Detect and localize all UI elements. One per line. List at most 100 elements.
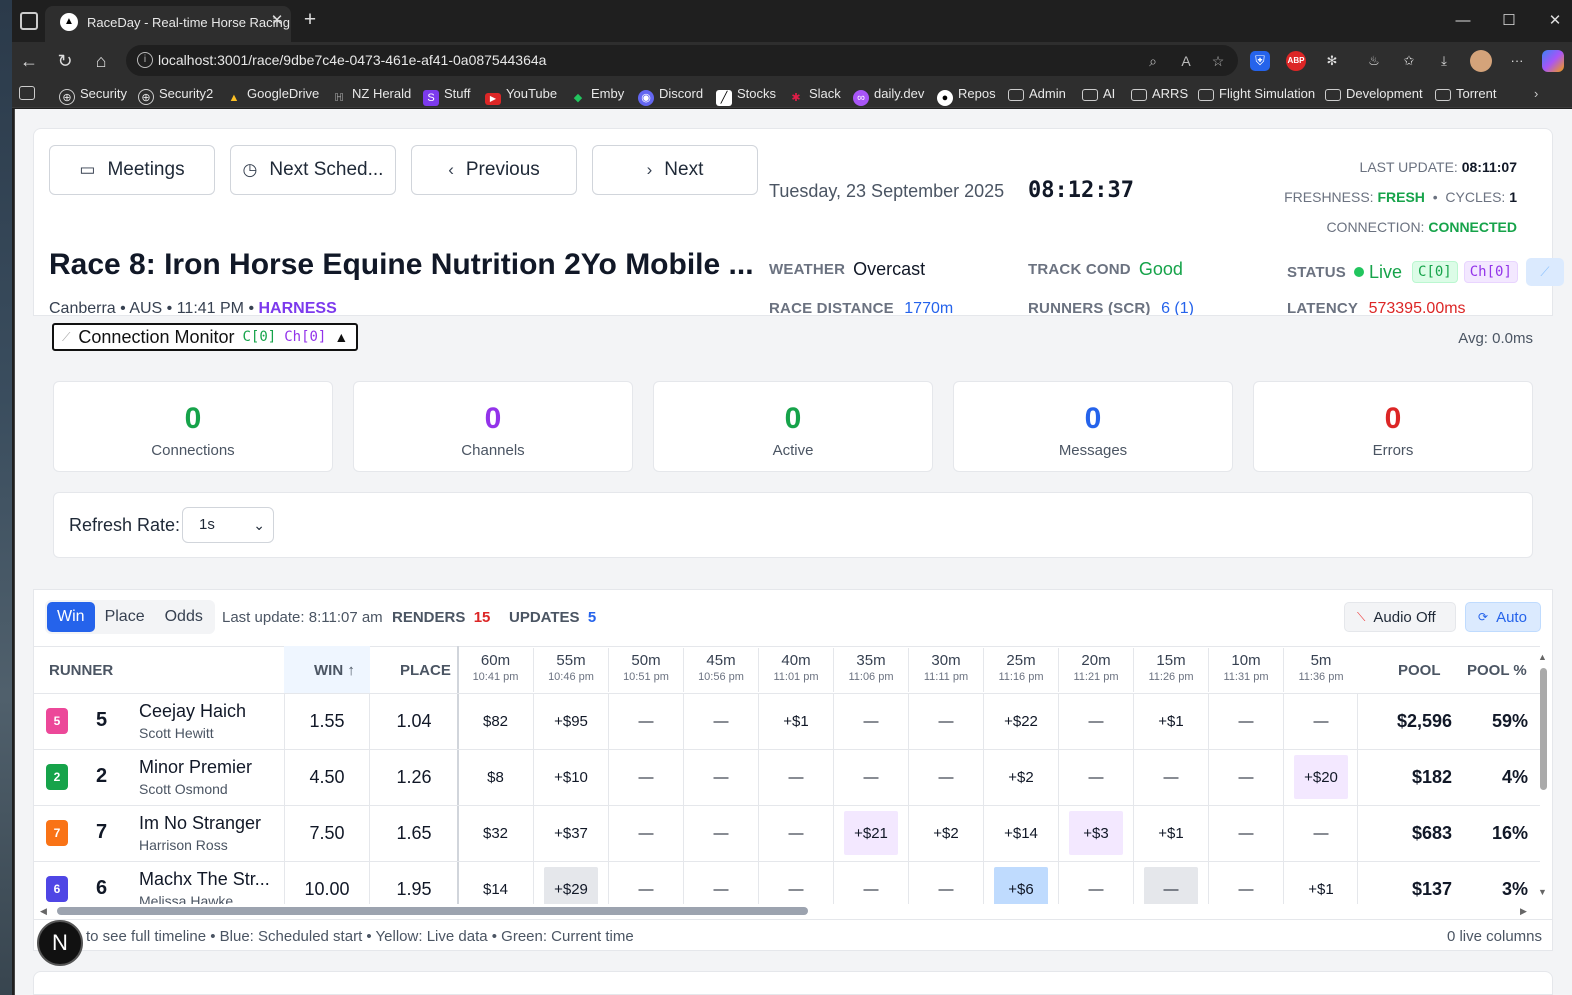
place-odds[interactable]: 1.26 <box>370 749 458 805</box>
col-timeline-35m[interactable]: 35m 11:06 pm <box>833 648 908 692</box>
place-odds[interactable]: 1.04 <box>370 693 458 749</box>
col-timeline-55m[interactable]: 55m 10:46 pm <box>533 648 608 692</box>
scroll-right-icon[interactable]: ▶ <box>1520 906 1527 917</box>
extensions-icon[interactable]: ✻ <box>1320 49 1344 73</box>
col-timeline-10m[interactable]: 10m 11:31 pm <box>1208 648 1283 692</box>
reload-icon[interactable]: ↻ <box>50 47 80 75</box>
horizontal-scrollbar[interactable] <box>57 907 808 915</box>
audio-toggle-button[interactable]: ⟍ Audio Off <box>1344 602 1456 632</box>
vertical-scrollbar[interactable] <box>1540 668 1547 790</box>
tab-favicon-icon: ▲ <box>60 13 78 31</box>
next-button[interactable]: › Next <box>592 145 758 195</box>
stat-errors: 0 Errors <box>1253 381 1533 472</box>
pool-divider <box>1357 805 1358 861</box>
downloads-icon[interactable]: ⤓ <box>1432 49 1456 73</box>
maximize-icon[interactable]: ☐ <box>1486 6 1532 36</box>
timeline-cell: — <box>833 749 908 805</box>
col-runner[interactable]: RUNNER <box>49 648 113 692</box>
col-timeline-30m[interactable]: 30m 11:11 pm <box>908 648 983 692</box>
bookmark-security2[interactable]: ⊕ Security2 <box>138 84 213 105</box>
col-timeline-60m[interactable]: 60m 10:41 pm <box>458 648 533 692</box>
race-title: Race 8: Iron Horse Equine Nutrition 2Yo … <box>49 248 754 281</box>
bookmark-torrent[interactable]: Torrent <box>1435 84 1496 104</box>
bookmark-admin[interactable]: Admin <box>1008 84 1066 104</box>
timeline-cell: — <box>1058 693 1133 749</box>
adblock-icon[interactable]: ABP <box>1286 51 1306 71</box>
tab-place[interactable]: Place <box>95 602 155 632</box>
col-pool-pct[interactable]: POOL % <box>1467 648 1527 692</box>
bookmark-youtube[interactable]: ▶ YouTube <box>485 84 557 105</box>
tab-actions-icon[interactable] <box>20 12 38 30</box>
bookmarks-overflow-icon[interactable]: › <box>1534 84 1538 104</box>
address-bar[interactable]: localhost:3001/race/9dbe7c4e-0473-461e-a… <box>126 45 1238 76</box>
browser-tab[interactable]: RaceDay - Real-time Horse Racing <box>45 6 291 42</box>
refresh-rate-select[interactable]: 1s ⌄ <box>182 507 274 543</box>
runner-name: Machx The Str... <box>139 869 270 889</box>
zoom-icon[interactable]: ⌕ <box>1142 50 1164 72</box>
site-info-icon[interactable]: i <box>137 52 153 68</box>
bookmark-slack[interactable]: ✱ Slack <box>788 84 840 104</box>
col-timeline-40m[interactable]: 40m 11:01 pm <box>758 648 833 692</box>
scroll-down-icon[interactable]: ▼ <box>1538 887 1547 897</box>
more-menu-icon[interactable]: ··· <box>1505 49 1529 73</box>
new-tab-icon[interactable]: + <box>298 9 322 33</box>
bookmark-flight-simulation[interactable]: Flight Simulation <box>1198 84 1315 104</box>
win-odds[interactable]: 1.55 <box>284 693 370 749</box>
nextjs-devtools-button[interactable]: N <box>37 920 83 966</box>
col-win[interactable]: WIN ↑ <box>314 648 355 692</box>
meetings-button[interactable]: ▭ Meetings <box>49 145 215 195</box>
bookmark-arrs[interactable]: ARRS <box>1131 84 1188 104</box>
col-timeline-20m[interactable]: 20m 11:21 pm <box>1058 648 1133 692</box>
win-odds[interactable]: 4.50 <box>284 749 370 805</box>
scroll-left-icon[interactable]: ◀ <box>40 906 47 917</box>
bookmark-stuff[interactable]: S Stuff <box>423 84 471 106</box>
col-pool[interactable]: POOL <box>1398 648 1441 692</box>
tab-close-icon[interactable]: ✕ <box>266 10 288 32</box>
bookmark-emby[interactable]: ◆ Emby <box>570 84 624 104</box>
col-place[interactable]: PLACE <box>400 648 451 692</box>
previous-button[interactable]: ‹ Previous <box>411 145 577 195</box>
timeline-cell: +$1 <box>1133 805 1208 861</box>
bookmark-ai[interactable]: AI <box>1082 84 1115 104</box>
timeline-cell: — <box>683 805 758 861</box>
col-timeline-25m[interactable]: 25m 11:16 pm <box>983 648 1058 692</box>
place-odds[interactable]: 1.65 <box>370 805 458 861</box>
sidebar-toggle-icon[interactable] <box>19 86 35 100</box>
bookmark-discord[interactable]: ◉ Discord <box>638 84 703 106</box>
bookmark-nzherald[interactable]: ℍ NZ Herald <box>331 84 411 104</box>
bookmark-stocks[interactable]: ╱ Stocks <box>716 84 776 106</box>
next-scheduled-button[interactable]: ◷ Next Sched... <box>230 145 396 195</box>
bookmark-repos[interactable]: ● Repos <box>937 84 996 106</box>
win-odds[interactable]: 7.50 <box>284 805 370 861</box>
scroll-up-icon[interactable]: ▲ <box>1538 652 1547 662</box>
freshness-status: FRESHNESS: FRESH • CYCLES: 1 <box>1284 189 1517 205</box>
back-icon[interactable]: ← <box>14 47 44 75</box>
pool-percent: 4% <box>1501 766 1528 787</box>
col-timeline-45m[interactable]: 45m 10:56 pm <box>683 648 758 692</box>
profile-avatar[interactable] <box>1470 50 1492 72</box>
favorite-star-icon[interactable]: ☆ <box>1207 50 1229 72</box>
saddle-cloth-badge: 5 <box>46 708 68 734</box>
connection-monitor-toggle[interactable]: ⟋ Connection Monitor C[0] Ch[0] ▲ <box>52 323 358 351</box>
col-timeline-50m[interactable]: 50m 10:51 pm <box>608 648 683 692</box>
auto-scroll-button[interactable]: ⟳ Auto <box>1465 602 1541 632</box>
bookmark-security[interactable]: ⊕ Security <box>59 84 127 105</box>
timeline-cell: +$2 <box>983 749 1058 805</box>
read-aloud-icon[interactable]: A <box>1175 50 1197 72</box>
col-timeline-15m[interactable]: 15m 11:26 pm <box>1133 648 1208 692</box>
home-icon[interactable]: ⌂ <box>86 47 116 75</box>
bookmark-dailydev[interactable]: ∞ daily.dev <box>853 84 924 106</box>
bookmark-googledrive[interactable]: ▲ GoogleDrive <box>226 84 320 104</box>
tab-win[interactable]: Win <box>47 602 95 632</box>
monitor-toggle-icon[interactable]: ⟋ <box>1525 258 1564 286</box>
close-window-icon[interactable]: ✕ <box>1532 6 1572 36</box>
bookmark-development[interactable]: Development <box>1325 84 1423 104</box>
bitwarden-icon[interactable]: ⛨ <box>1250 51 1270 71</box>
tab-odds[interactable]: Odds <box>155 602 213 632</box>
performance-icon[interactable]: ♨ <box>1362 49 1386 73</box>
copilot-icon[interactable] <box>1542 50 1564 72</box>
minimize-icon[interactable]: — <box>1440 6 1486 36</box>
favorites-icon[interactable]: ✩ <box>1397 49 1421 73</box>
plug-icon: ⟋ <box>62 329 71 344</box>
col-timeline-5m[interactable]: 5m 11:36 pm <box>1283 648 1358 692</box>
